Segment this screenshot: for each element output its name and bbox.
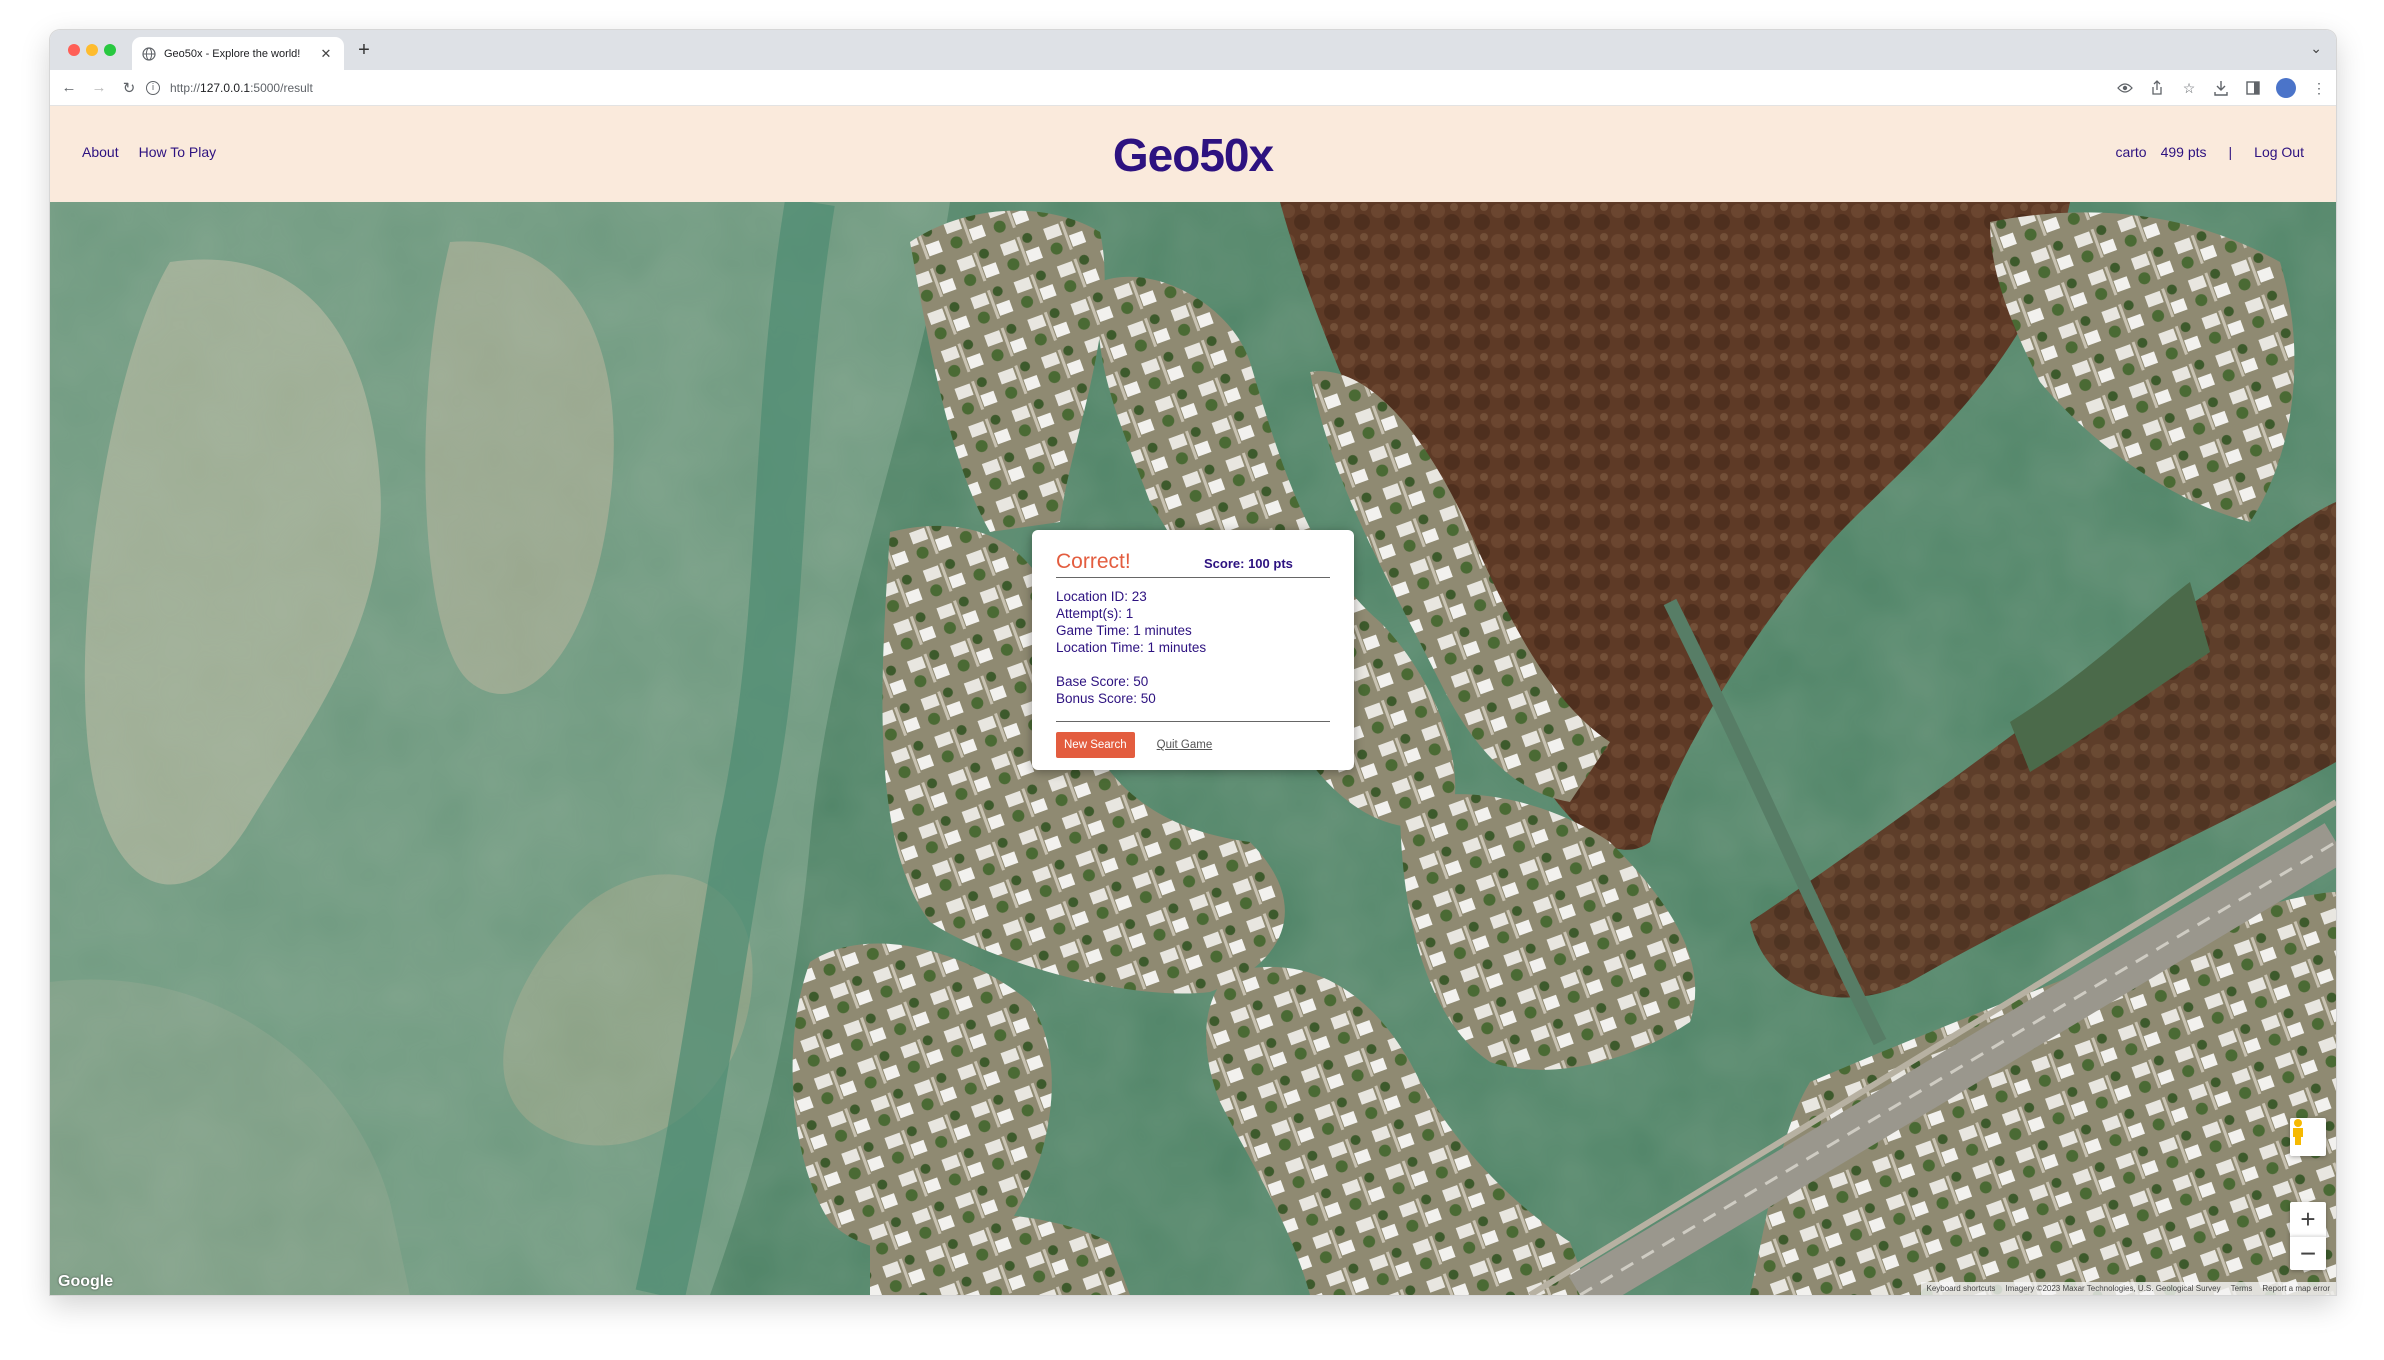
username: carto <box>2115 144 2147 160</box>
base-score: Base Score: 50 <box>1056 674 1149 689</box>
result-status: Correct! <box>1056 550 1131 573</box>
browser-toolbar: ← → ↻ i http:// 127.0.0.1 :5000/result ☆… <box>50 70 2336 106</box>
more-menu-icon[interactable]: ⋮ <box>2310 79 2328 97</box>
address-bar[interactable]: i http:// 127.0.0.1 :5000/result <box>146 74 2266 102</box>
user-points: 499 pts <box>2160 144 2207 160</box>
zoom-out-button[interactable]: − <box>2290 1236 2326 1270</box>
maximize-window-button[interactable] <box>104 44 116 56</box>
side-panel-icon[interactable] <box>2244 79 2262 97</box>
card-divider <box>1056 721 1330 722</box>
site-info-icon[interactable]: i <box>146 81 160 95</box>
result-card-header: Correct! Score: 100 pts <box>1056 550 1330 578</box>
back-button[interactable]: ← <box>58 77 80 99</box>
eye-icon[interactable] <box>2116 79 2134 97</box>
browser-tab[interactable]: Geo50x - Explore the world! ✕ <box>132 37 344 70</box>
profile-avatar[interactable] <box>2276 78 2296 98</box>
satellite-map[interactable]: Correct! Score: 100 pts Location ID: 23 … <box>50 202 2336 1295</box>
close-window-button[interactable] <box>68 44 80 56</box>
imagery-credit: Imagery ©2023 Maxar Technologies, U.S. G… <box>2005 1284 2221 1293</box>
url-path: :5000/result <box>250 81 313 95</box>
forward-button[interactable]: → <box>88 77 110 99</box>
new-search-button[interactable]: New Search <box>1056 732 1135 758</box>
logout-link[interactable]: Log Out <box>2254 144 2304 160</box>
google-logo[interactable]: Google <box>58 1273 113 1291</box>
result-score: Score: 100 pts <box>1204 556 1293 571</box>
report-map-error-link[interactable]: Report a map error <box>2262 1284 2330 1293</box>
tab-bar: Geo50x - Explore the world! ✕ + ⌄ <box>50 30 2336 70</box>
card-actions: New Search Quit Game <box>1056 732 1330 758</box>
game-time: Game Time: 1 minutes <box>1056 623 1192 638</box>
zoom-in-button[interactable]: + <box>2290 1202 2326 1236</box>
tab-title: Geo50x - Explore the world! <box>164 47 301 60</box>
bonus-score: Bonus Score: 50 <box>1056 691 1156 706</box>
minimize-window-button[interactable] <box>86 44 98 56</box>
nav-about-link[interactable]: About <box>82 144 119 160</box>
quit-game-link[interactable]: Quit Game <box>1157 739 1213 751</box>
close-tab-icon[interactable]: ✕ <box>318 46 334 62</box>
user-nav: carto 499 pts | Log Out <box>2115 144 2304 160</box>
location-id: Location ID: 23 <box>1056 589 1147 604</box>
site-logo[interactable]: Geo50x <box>1113 128 1274 182</box>
new-tab-button[interactable]: + <box>352 39 376 63</box>
bookmark-star-icon[interactable]: ☆ <box>2180 79 2198 97</box>
reload-button[interactable]: ↻ <box>118 77 140 99</box>
result-details: Location ID: 23 Attempt(s): 1 Game Time:… <box>1056 588 1330 707</box>
nav-separator: | <box>2228 144 2233 160</box>
keyboard-shortcuts-link[interactable]: Keyboard shortcuts <box>1927 1284 1996 1293</box>
globe-icon <box>142 46 156 61</box>
street-view-pegman-icon[interactable] <box>2290 1118 2326 1156</box>
site-header: About How To Play Geo50x carto 499 pts |… <box>50 106 2336 202</box>
url-host: 127.0.0.1 <box>200 81 251 95</box>
result-card: Correct! Score: 100 pts Location ID: 23 … <box>1032 530 1354 770</box>
tab-search-chevron-icon[interactable]: ⌄ <box>2310 40 2322 57</box>
share-icon[interactable] <box>2148 79 2166 97</box>
main-nav: About How To Play <box>82 144 216 160</box>
download-icon[interactable] <box>2212 79 2230 97</box>
location-time: Location Time: 1 minutes <box>1056 640 1207 655</box>
map-attribution: Keyboard shortcuts Imagery ©2023 Maxar T… <box>1920 1282 2336 1295</box>
nav-how-to-play-link[interactable]: How To Play <box>139 144 217 160</box>
browser-window: Geo50x - Explore the world! ✕ + ⌄ ← → ↻ … <box>50 30 2336 1295</box>
attempts: Attempt(s): 1 <box>1056 606 1134 621</box>
terms-link[interactable]: Terms <box>2231 1284 2253 1293</box>
url-scheme: http:// <box>170 81 201 95</box>
